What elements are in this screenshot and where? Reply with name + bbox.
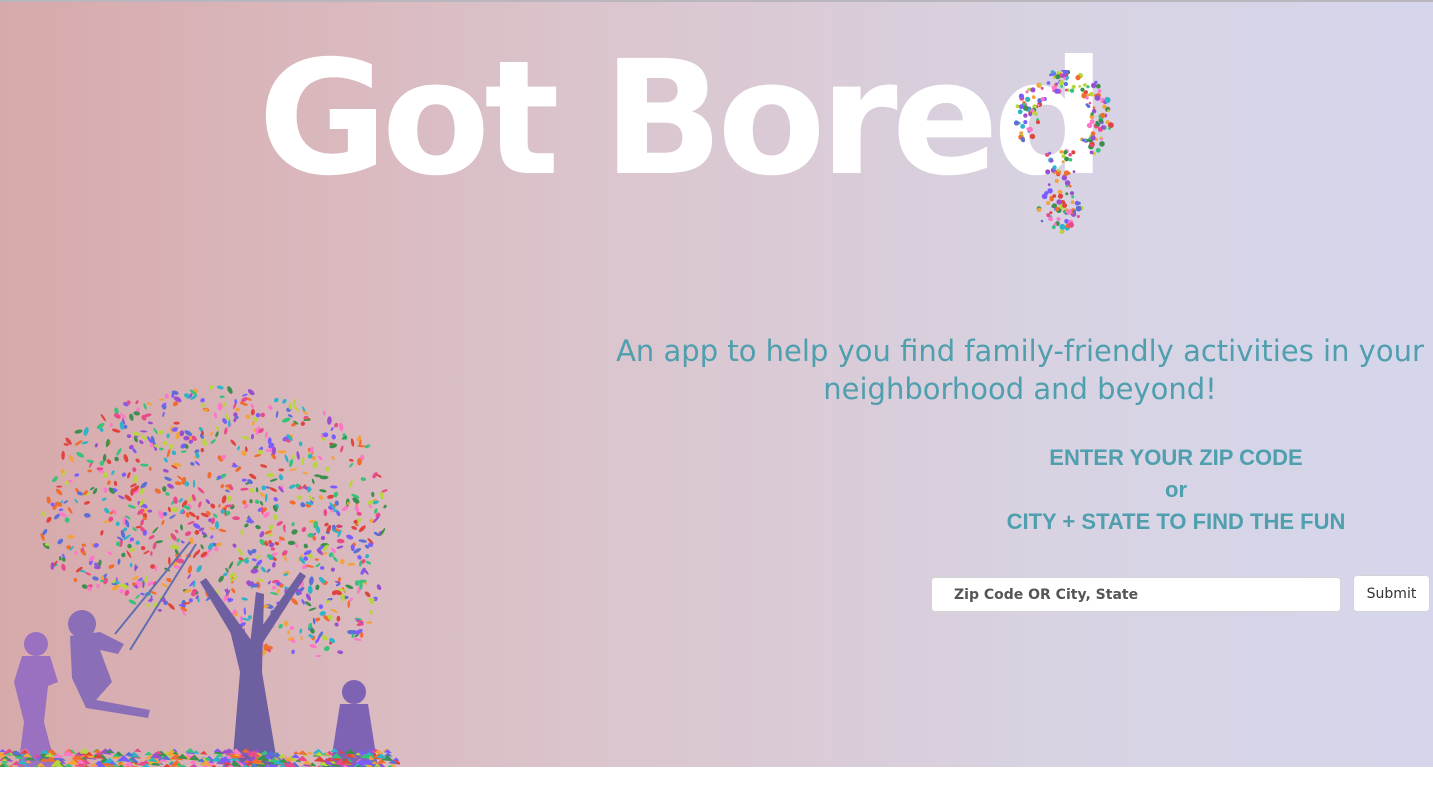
search-prompt: ENTER YOUR ZIP CODE or CITY + STATE TO F… bbox=[960, 442, 1392, 538]
brand-logo: Got Bored bbox=[258, 40, 1158, 240]
search-input[interactable] bbox=[931, 577, 1341, 612]
child-swinging bbox=[68, 610, 150, 718]
tree-swing-illustration bbox=[0, 385, 400, 767]
prompt-line-or: or bbox=[1165, 477, 1187, 502]
submit-button[interactable]: Submit bbox=[1353, 575, 1430, 612]
question-mark-icon bbox=[1013, 70, 1114, 234]
tree-trunk bbox=[200, 572, 306, 767]
tagline: An app to help you find family-friendly … bbox=[616, 334, 1424, 406]
child-standing-left bbox=[14, 632, 58, 767]
site-title: Got Bored bbox=[258, 27, 1106, 211]
prompt-line-city: CITY + STATE TO FIND THE FUN bbox=[1006, 509, 1346, 534]
prompt-line-zip: ENTER YOUR ZIP CODE bbox=[1049, 445, 1303, 470]
hero-banner: Got Bored An app to help you find family… bbox=[0, 2, 1433, 767]
swing-ropes bbox=[114, 541, 197, 651]
